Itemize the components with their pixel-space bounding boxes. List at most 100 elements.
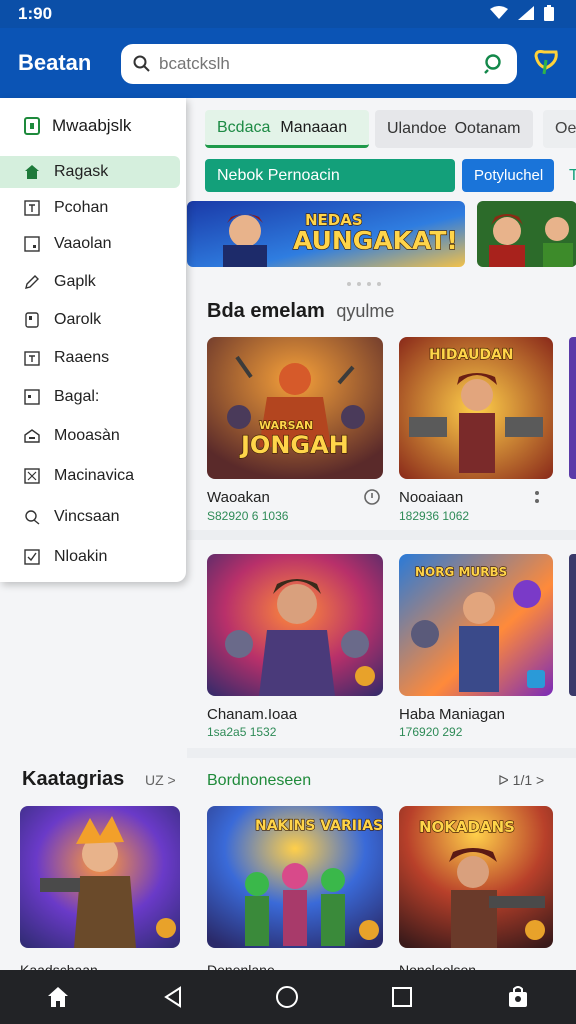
nav-label: Nloakin (54, 548, 108, 565)
recents-icon[interactable] (391, 986, 413, 1008)
nav-label: Mooasàn (54, 427, 120, 444)
game-card-title: Haba Maniagan (399, 706, 505, 723)
book-icon (24, 117, 40, 135)
game-card-title: Nooaiaan (399, 489, 464, 506)
game-card-title: Waoakan (207, 489, 270, 506)
game-card-subtitle: 1sa2a5 1532 (207, 725, 277, 739)
tab-more[interactable]: Oe (543, 110, 576, 148)
wifi-icon (490, 6, 508, 19)
nav-label: Vincsaan (54, 508, 120, 525)
banner-art (477, 201, 576, 267)
favorite-leaf-icon[interactable] (532, 48, 560, 76)
app-brand: Beatan (18, 50, 92, 75)
tab-secondary[interactable]: Ulandoe Ootanam (375, 110, 533, 148)
secondary-banner[interactable] (477, 201, 576, 267)
search-bar[interactable] (121, 44, 517, 84)
filter-chip-3[interactable]: T (565, 159, 576, 192)
categories-more-link[interactable]: UZ > (145, 772, 176, 788)
nav-label: Vaaolan (54, 235, 112, 252)
puzzle-icon (24, 468, 40, 484)
signal-icon (518, 6, 534, 20)
nav-label: Bagal: (54, 388, 100, 405)
pencil-icon (25, 275, 39, 289)
game-art: NORG MURBS (399, 554, 553, 696)
next-card-peek (569, 554, 576, 696)
game-card-image[interactable] (207, 554, 383, 696)
nav-item-macinavica[interactable]: Macinavica (0, 460, 186, 492)
card-art-title: JONGAH (239, 431, 349, 459)
filter-chip-1[interactable]: Nebok Pernoacin (205, 159, 455, 192)
grid-icon (24, 389, 40, 405)
game-card-subtitle: 176920 292 (399, 725, 463, 739)
nav-item-gaplk[interactable]: Gaplk (0, 266, 186, 298)
nav-item-mooasan[interactable]: Mooasàn (0, 420, 186, 452)
nav-item-pcohan[interactable]: Pcohan (0, 192, 186, 224)
hero-banner[interactable]: NEDAS AUNGAKAT! (187, 201, 465, 267)
back-icon[interactable] (163, 986, 183, 1008)
more-vert-icon[interactable] (533, 488, 541, 506)
nav-item-raaens[interactable]: Raaens (0, 342, 186, 374)
nav-label: Pcohan (54, 199, 109, 216)
game-art: HIDAUDAN (399, 337, 553, 479)
card-art-title: NAKINS VARIIAS (255, 818, 383, 834)
info-icon[interactable] (363, 488, 381, 506)
section-title-text: Bda emelam (207, 300, 325, 322)
recommended-card-image[interactable]: NAKINS VARIIAS (207, 806, 383, 948)
tab-label-secondary: Manaaan (280, 118, 348, 136)
card-art-title: NORG MURBS (415, 565, 507, 579)
category-card-image[interactable] (20, 806, 180, 948)
filter-label: Nebok Pernoacin (217, 166, 340, 184)
square-icon (24, 236, 40, 252)
t-box-icon (24, 200, 40, 216)
house-icon (24, 429, 40, 443)
categories-title: Kaatagrias (22, 768, 125, 790)
tag-icon (25, 510, 40, 525)
section-subtitle: qyulme (336, 301, 395, 321)
game-art: WARSAN JONGAH (207, 337, 383, 479)
game-card-image[interactable]: NORG MURBS (399, 554, 553, 696)
home-icon[interactable] (46, 985, 70, 1009)
game-card-image[interactable]: WARSAN JONGAH (207, 337, 383, 479)
recommended-more-link[interactable]: ᐅ 1/1 > (498, 772, 544, 789)
game-art: NOKADANS (399, 806, 553, 948)
home-circle-icon[interactable] (275, 985, 299, 1009)
nav-item-ragask[interactable]: Ragask (0, 156, 180, 188)
banner-art: NEDAS AUNGAKAT! (187, 201, 465, 267)
nav-label: Raaens (54, 349, 110, 366)
status-icons (490, 5, 554, 21)
game-art: NAKINS VARIIAS (207, 806, 383, 948)
status-bar: 1:90 (0, 0, 576, 28)
navigation-drawer: Mwaabjslk Ragask Pcohan Vaaolan Gaplk Oa… (0, 98, 186, 582)
battery-icon (544, 5, 554, 21)
game-card-subtitle: 182936 1062 (399, 509, 470, 523)
game-art (207, 554, 383, 696)
filter-label: T (569, 166, 576, 184)
nav-item-vincsaan[interactable]: Vincsaan (0, 501, 186, 533)
tab-label: Bcdaca (217, 118, 271, 136)
shopping-bag-icon[interactable] (506, 985, 530, 1009)
search-input[interactable] (159, 54, 483, 74)
section-divider (187, 530, 576, 540)
search-submit-icon[interactable] (483, 53, 505, 75)
nav-item-nloakin[interactable]: Nloakin (0, 541, 186, 573)
nav-label: Ragask (54, 163, 109, 180)
section-title: Bda emelam qyulme (207, 300, 394, 323)
home-icon (25, 165, 39, 179)
nav-label: Gaplk (54, 273, 96, 290)
banner-title-line2: AUNGAKAT! (293, 226, 458, 255)
nav-item-bagal[interactable]: Bagal: (0, 381, 186, 413)
box-icon (25, 312, 39, 328)
tab-label: Ulandoe (387, 120, 447, 137)
filter-chip-2[interactable]: Potyluchel (462, 159, 554, 192)
recommended-title: Bordnoneseen (207, 772, 312, 789)
game-card-image[interactable]: HIDAUDAN (399, 337, 553, 479)
tab-primary[interactable]: Bcdaca Manaaan (205, 110, 369, 148)
tab-label-secondary: Ootanam (454, 120, 521, 137)
recommended-card-image[interactable]: NOKADANS (399, 806, 553, 948)
game-card-title: Chanam.Ioaa (207, 706, 298, 723)
card-art-title: NOKADANS (419, 818, 515, 836)
check-box-icon (24, 549, 40, 565)
nav-item-vaaolan[interactable]: Vaaolan (0, 228, 186, 260)
nav-item-oarolk[interactable]: Oarolk (0, 304, 186, 336)
app-bar: Beatan (0, 28, 576, 98)
